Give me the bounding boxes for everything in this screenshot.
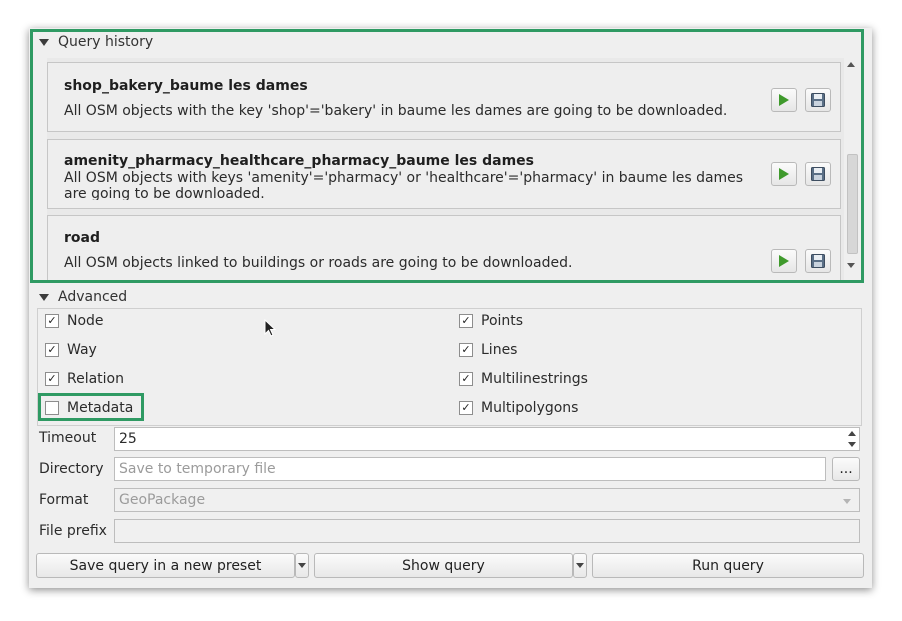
- checkbox-box[interactable]: ✓: [459, 401, 473, 415]
- checkbox-label: Way: [67, 342, 97, 358]
- directory-input[interactable]: Save to temporary file: [114, 457, 826, 481]
- show-query-label: Show query: [402, 557, 485, 574]
- chevron-down-icon: [298, 563, 306, 568]
- format-value: GeoPackage: [119, 492, 206, 508]
- checkbox-box[interactable]: ✓: [45, 314, 59, 328]
- advanced-label: Advanced: [58, 289, 128, 305]
- directory-placeholder: Save to temporary file: [119, 461, 276, 477]
- highlight-frame: [30, 29, 864, 283]
- show-query-dropdown[interactable]: [573, 553, 587, 578]
- advanced-header[interactable]: Advanced: [39, 287, 127, 307]
- run-query-label: Run query: [692, 557, 764, 574]
- show-query-button[interactable]: Show query: [314, 553, 573, 578]
- spin-down-icon[interactable]: [848, 442, 856, 447]
- browse-label: ...: [839, 461, 853, 477]
- node-checkbox[interactable]: ✓ Node: [45, 313, 104, 329]
- mouse-cursor-icon: [264, 319, 276, 337]
- spin-up-icon[interactable]: [848, 431, 856, 436]
- points-checkbox[interactable]: ✓ Points: [459, 313, 523, 329]
- timeout-spinbox[interactable]: 25: [114, 427, 860, 451]
- lines-checkbox[interactable]: ✓ Lines: [459, 342, 517, 358]
- checkbox-label: Relation: [67, 371, 124, 387]
- checkbox-label: Node: [67, 313, 104, 329]
- checkbox-box[interactable]: ✓: [459, 314, 473, 328]
- browse-button[interactable]: ...: [832, 457, 860, 481]
- multilinestrings-checkbox[interactable]: ✓ Multilinestrings: [459, 371, 588, 387]
- save-preset-button[interactable]: Save query in a new preset: [36, 553, 295, 578]
- checkbox-label: Points: [481, 313, 524, 329]
- format-label: Format: [39, 492, 89, 508]
- file-prefix-label: File prefix: [39, 523, 107, 539]
- format-select[interactable]: GeoPackage: [114, 488, 860, 512]
- save-preset-dropdown[interactable]: [295, 553, 309, 578]
- checkbox-label: Multilinestrings: [481, 371, 588, 387]
- checkbox-box[interactable]: ✓: [45, 343, 59, 357]
- checkbox-box[interactable]: ✓: [45, 372, 59, 386]
- multipolygons-checkbox[interactable]: ✓ Multipolygons: [459, 400, 578, 416]
- timeout-value: 25: [119, 431, 137, 447]
- file-prefix-input[interactable]: [114, 519, 860, 543]
- metadata-highlight-frame: [38, 393, 144, 421]
- checkbox-label: Multipolygons: [481, 400, 579, 416]
- collapse-triangle-icon: [39, 293, 49, 301]
- way-checkbox[interactable]: ✓ Way: [45, 342, 97, 358]
- checkbox-box[interactable]: ✓: [459, 343, 473, 357]
- directory-label: Directory: [39, 461, 104, 477]
- checkbox-label: Lines: [481, 342, 518, 358]
- checkbox-box[interactable]: ✓: [459, 372, 473, 386]
- timeout-label: Timeout: [39, 430, 97, 446]
- save-preset-label: Save query in a new preset: [69, 557, 262, 574]
- advanced-panel: [37, 308, 862, 426]
- run-query-button[interactable]: Run query: [592, 553, 864, 578]
- chevron-down-icon: [843, 499, 851, 504]
- relation-checkbox[interactable]: ✓ Relation: [45, 371, 124, 387]
- chevron-down-icon: [576, 563, 584, 568]
